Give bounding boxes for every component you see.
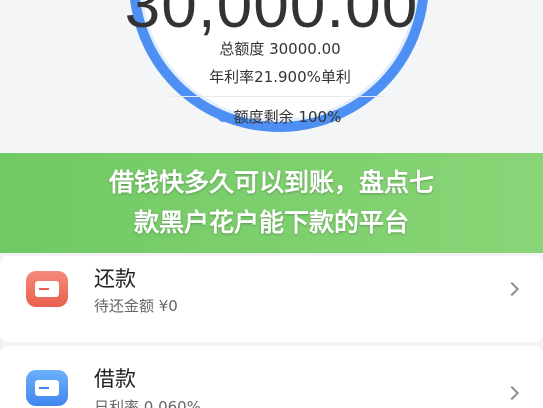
repay-card[interactable]: 还款 待还金额 ¥0	[0, 256, 543, 342]
total-credit-label: 总额度 30000.00	[219, 40, 341, 58]
annual-rate-label: 年利率21.900%单利	[209, 68, 351, 86]
repay-amount-label: 待还金额 ¥0	[94, 297, 178, 315]
repay-title: 还款	[94, 267, 136, 291]
borrow-card-icon	[26, 370, 68, 406]
borrow-card[interactable]: 借款 日利率 0.060%	[0, 346, 543, 408]
banner-line-2: 款黑户花户能下款的平台	[133, 208, 409, 237]
repay-card-icon	[26, 271, 68, 307]
chevron-right-icon	[504, 281, 520, 297]
circle-dot-icon	[217, 111, 228, 122]
banner-headline: 借钱快多久可以到账，盘点七 款黑户花户能下款的平台	[0, 163, 543, 243]
borrow-title: 借款	[94, 367, 136, 391]
remaining-credit: 额度剩余 100%	[0, 106, 543, 127]
headline-banner: 借钱快多久可以到账，盘点七 款黑户花户能下款的平台	[0, 153, 543, 253]
banner-line-1: 借钱快多久可以到账，盘点七	[108, 168, 434, 197]
credit-amount: 30,000.00	[124, 0, 419, 41]
daily-rate-label: 日利率 0.060%	[94, 398, 201, 408]
remaining-credit-label: 额度剩余 100%	[233, 108, 342, 126]
chevron-right-icon	[504, 385, 520, 401]
gauge-divider	[170, 96, 386, 97]
